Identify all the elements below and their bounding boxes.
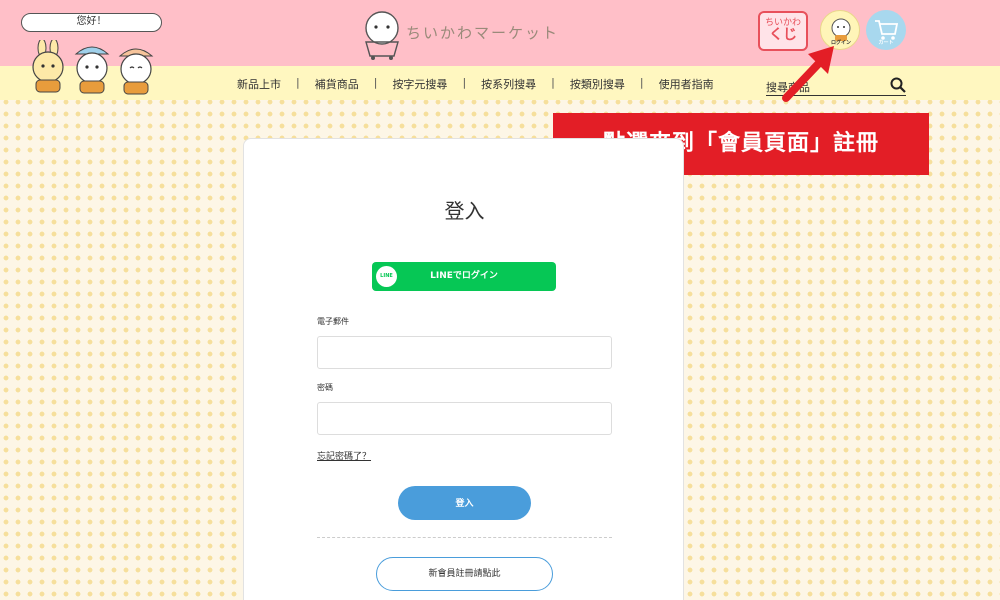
nav-separator: | <box>462 76 467 89</box>
login-title: 登入 <box>444 199 485 223</box>
greeting-badge: 您好！ <box>21 13 162 32</box>
line-logo-icon: LINE <box>376 266 397 287</box>
nav-item-by-category[interactable]: 按類別搜尋 <box>570 76 625 92</box>
nav-separator: | <box>551 76 555 89</box>
login-button[interactable]: 登入 <box>398 486 531 520</box>
cart-label: カート <box>878 40 894 46</box>
password-field[interactable] <box>317 402 612 435</box>
line-login-label: LINEでログイン <box>430 271 498 281</box>
line-login-button[interactable]: LINE LINEでログイン <box>372 262 556 291</box>
password-label: 密碼 <box>317 383 333 392</box>
logo-text: ちいかわマーケット <box>406 24 560 42</box>
login-card: 登入 LINE LINEでログイン 電子郵件 密碼 忘記密碼了？ 登入 新會員註… <box>243 138 684 600</box>
nav-separator: | <box>373 76 378 89</box>
nav-item-new[interactable]: 新品上市 <box>237 76 281 92</box>
register-button[interactable]: 新會員註冊請點此 <box>376 557 553 591</box>
main-nav: 新品上市 | 補貨商品 | 按字元搜尋 | 按系列搜尋 | 按類別搜尋 | 使用… <box>237 76 714 92</box>
annotation-arrow-icon <box>782 46 834 102</box>
nav-separator: | <box>296 76 300 89</box>
cart-icon-button[interactable]: カート <box>866 10 906 50</box>
forgot-password-link[interactable]: 忘記密碼了？ <box>317 449 371 462</box>
nav-item-restock[interactable]: 補貨商品 <box>315 76 359 92</box>
nav-separator: | <box>639 76 644 89</box>
email-field[interactable] <box>317 336 612 369</box>
nav-item-by-series[interactable]: 按系列搜尋 <box>481 76 536 92</box>
mascots-illustration <box>32 40 154 95</box>
nav-item-guide[interactable]: 使用者指南 <box>659 76 714 92</box>
divider <box>317 537 612 538</box>
search-icon[interactable] <box>890 77 906 93</box>
nav-item-by-character[interactable]: 按字元搜尋 <box>392 76 447 92</box>
email-label: 電子郵件 <box>317 317 349 326</box>
